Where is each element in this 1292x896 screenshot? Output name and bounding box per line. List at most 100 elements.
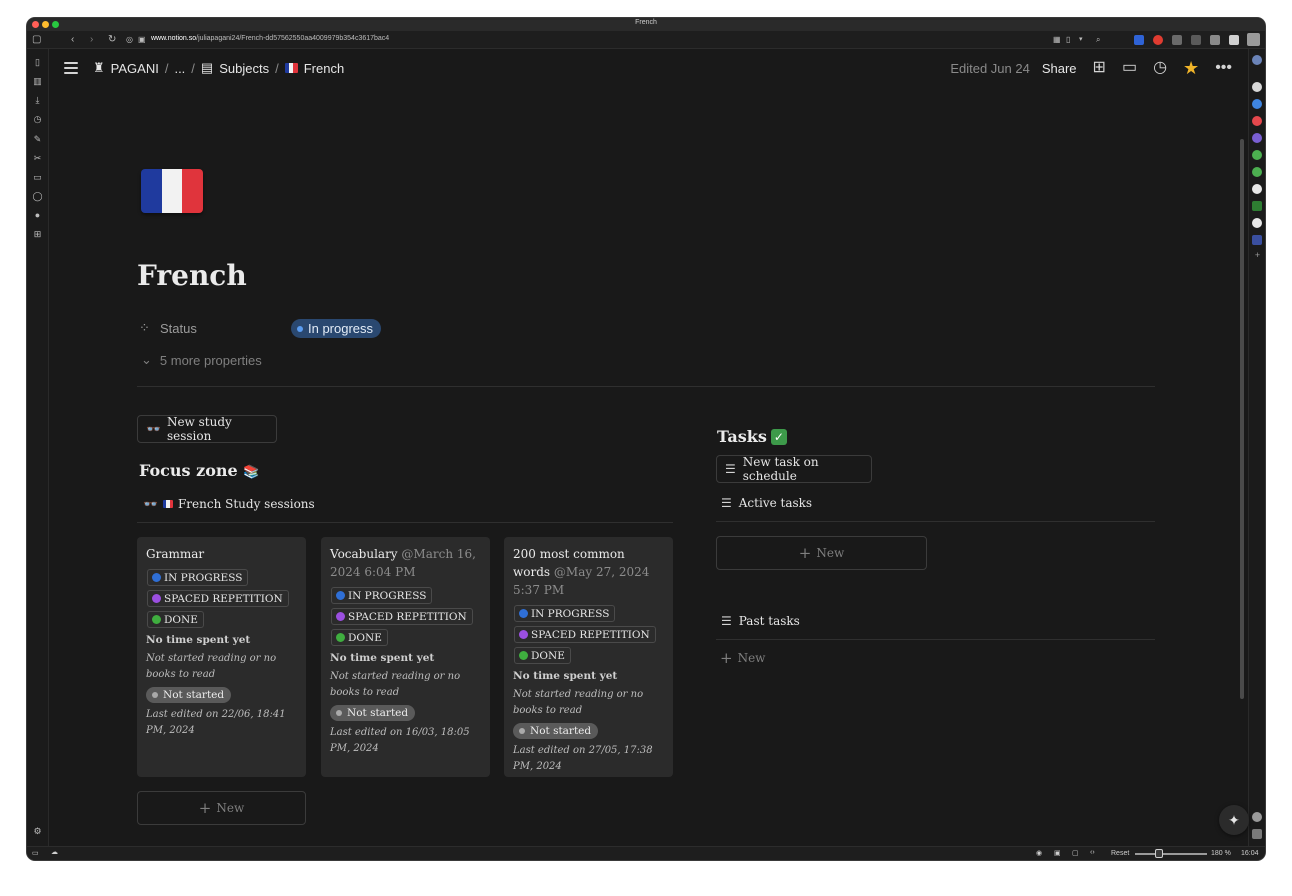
back-icon[interactable]: ‹ (71, 34, 74, 45)
new-session-button[interactable]: + New (137, 791, 306, 825)
breadcrumb-subjects[interactable]: Subjects (219, 61, 269, 76)
share-button[interactable]: Share (1042, 61, 1077, 76)
extension-square-icon[interactable] (1229, 35, 1239, 45)
past-tasks-label: Past tasks (738, 614, 800, 628)
profile-avatar[interactable] (1247, 33, 1260, 46)
google-icon[interactable] (1252, 184, 1262, 194)
extension-bitwarden-icon[interactable] (1134, 35, 1144, 45)
calendar-icon[interactable]: ▭ (32, 172, 43, 183)
hamburger-icon[interactable] (64, 62, 78, 74)
session-card[interactable]: Vocabulary @March 16, 2024 6:04 PM IN PR… (321, 537, 490, 777)
session-card[interactable]: Grammar IN PROGRESS SPACED REPETITION DO… (137, 537, 306, 777)
url-field[interactable]: www.notion.so/juliapagani24/French-dd575… (151, 35, 389, 42)
card-tags: IN PROGRESS SPACED REPETITION DONE (513, 603, 664, 666)
status-property[interactable]: ⁘ Status (139, 318, 197, 338)
web-panel-icon[interactable] (1252, 150, 1262, 160)
forward-icon[interactable]: › (90, 34, 93, 45)
web-panel-icon[interactable] (1252, 99, 1262, 109)
more-properties-toggle[interactable]: ⌄ 5 more properties (141, 352, 262, 368)
zoom-reset-button[interactable]: Reset (1111, 850, 1129, 857)
layout-icon[interactable]: ⊞ (1093, 60, 1106, 76)
topbar-actions: Edited Jun 24 Share ⊞ ▭ ◷ ★ ••• (950, 59, 1232, 77)
tag-done: DONE (147, 611, 204, 628)
chat-icon[interactable]: ◯ (32, 191, 43, 202)
status-dot (336, 710, 342, 716)
page-flag-icon[interactable] (141, 169, 203, 213)
web-panel-icon[interactable] (1252, 116, 1262, 126)
new-past-task-button[interactable]: + New (720, 649, 765, 667)
zoom-slider-handle[interactable] (1155, 849, 1163, 858)
window-icon[interactable]: ▢ (1072, 849, 1079, 857)
tasks-heading: Tasks ✓ (717, 427, 787, 446)
web-panel-icon[interactable] (1252, 167, 1262, 177)
status-badge[interactable]: In progress (291, 319, 382, 338)
breadcrumb-page[interactable]: French (304, 61, 344, 76)
extension-briefcase-icon[interactable] (1191, 35, 1201, 45)
settings-icon[interactable]: ⚙ (32, 826, 43, 837)
cloud-icon[interactable] (1252, 812, 1262, 822)
new-label: New (816, 546, 845, 560)
dropdown-icon[interactable]: ▾ (1079, 34, 1083, 45)
page-title[interactable]: French (137, 259, 247, 292)
more-icon[interactable]: ••• (1215, 60, 1232, 76)
bookmark-icon[interactable]: ▯ (32, 57, 43, 68)
zoom-slider[interactable] (1135, 853, 1207, 855)
add-panel-icon[interactable]: ⊞ (32, 229, 43, 240)
tasks-title: Tasks (717, 427, 767, 446)
shield-icon[interactable]: ◎ (126, 34, 133, 45)
study-sessions-database-title[interactable]: 👓 French Study sessions (143, 497, 315, 511)
new-active-task-button[interactable]: + New (716, 536, 927, 570)
notion-page: ♜ PAGANI / ... / ▤ Subjects / French Edi… (49, 49, 1249, 846)
scrollbar[interactable] (1240, 139, 1244, 699)
comment-icon[interactable]: ▭ (1122, 60, 1137, 76)
reader-icon[interactable]: ▥ (32, 76, 43, 87)
session-card[interactable]: 200 most common words @May 27, 2024 5:37… (504, 537, 673, 777)
qr-icon[interactable]: ▦ (1053, 34, 1061, 45)
google-icon[interactable] (1252, 218, 1262, 228)
download-icon[interactable]: ⤓ (32, 95, 43, 106)
star-icon[interactable]: ★ (1183, 59, 1199, 77)
past-tasks-title[interactable]: ☰ Past tasks (721, 614, 800, 628)
extension-pinterest-icon[interactable] (1153, 35, 1163, 45)
new-study-session-button[interactable]: 👓 New study session (137, 415, 277, 443)
image-icon[interactable]: ▣ (1054, 849, 1061, 857)
camera-icon[interactable]: ◉ (1036, 849, 1042, 857)
extension-icon[interactable] (1172, 35, 1182, 45)
notion-icon[interactable] (1252, 82, 1262, 92)
breadcrumb-ellipsis[interactable]: ... (174, 61, 185, 76)
clock-icon[interactable]: ◷ (1153, 60, 1167, 76)
browser-window: French ▢ ‹ › ↻ ◎ ▣ www.notion.so/juliapa… (27, 18, 1265, 860)
search-icon[interactable]: ⌕ (1096, 34, 1100, 45)
workspace-icon[interactable] (1252, 55, 1262, 65)
card-title: Grammar (146, 545, 297, 563)
app-icon[interactable]: ● (32, 210, 43, 221)
url-path: /juliapagani24/French-dd57562550aa400997… (196, 35, 390, 42)
add-panel-icon[interactable]: + (1252, 250, 1263, 261)
trash-icon[interactable] (1252, 829, 1262, 839)
web-panel-icon[interactable] (1252, 133, 1262, 143)
archive-icon: ▤ (200, 60, 214, 75)
tools-icon[interactable]: ✂ (32, 153, 43, 164)
sidebar-toggle-icon[interactable]: ▢ (32, 34, 41, 45)
edited-timestamp[interactable]: Edited Jun 24 (950, 61, 1030, 76)
cloud-icon[interactable]: ☁ (51, 848, 58, 856)
last-edited: Last edited on 22/06, 18:41 PM, 2024 (146, 709, 286, 736)
checklist-icon: ☰ (721, 496, 732, 510)
notes-icon[interactable]: ✎ (32, 134, 43, 145)
history-icon[interactable]: ◷ (32, 114, 43, 125)
green-circle-icon (152, 615, 161, 624)
breadcrumb-separator: / (275, 60, 279, 76)
checklist-icon: ☰ (725, 462, 736, 476)
french-page-icon[interactable] (1252, 235, 1262, 245)
divider (137, 386, 1155, 387)
code-icon[interactable]: ‹› (1090, 849, 1095, 856)
bookmark-icon[interactable]: ▯ (1066, 34, 1070, 45)
new-task-button[interactable]: ☰ New task on schedule (716, 455, 872, 483)
reload-icon[interactable]: ↻ (108, 34, 116, 45)
sheets-icon[interactable] (1252, 201, 1262, 211)
active-tasks-title[interactable]: ☰ Active tasks (721, 496, 812, 510)
breadcrumb-workspace[interactable]: PAGANI (111, 61, 159, 76)
panel-toggle-icon[interactable]: ▭ (32, 849, 39, 857)
sparkle-icon[interactable]: ✦ (1219, 805, 1249, 835)
extension-mail-icon[interactable] (1210, 35, 1220, 45)
